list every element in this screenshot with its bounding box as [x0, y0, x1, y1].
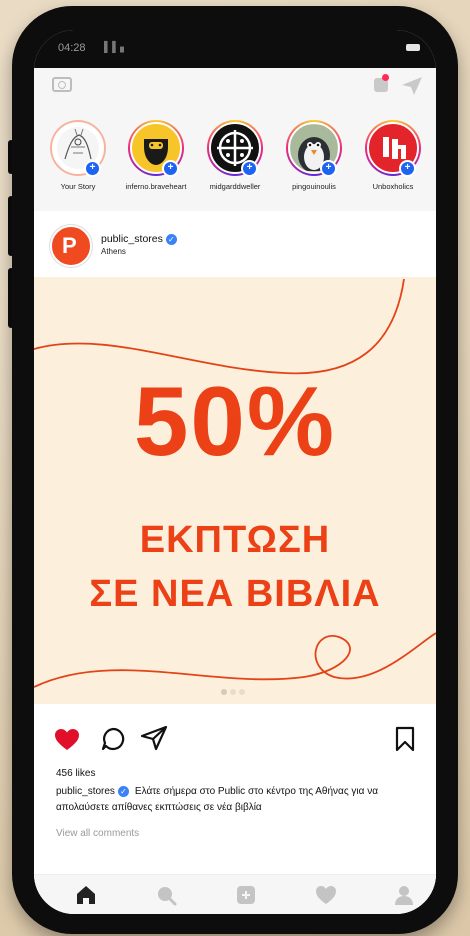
caption-username[interactable]: public_stores — [56, 786, 115, 797]
profile-icon[interactable] — [392, 883, 416, 907]
share-icon[interactable] — [140, 725, 168, 751]
search-icon[interactable] — [154, 883, 178, 907]
story-label: midgarddweller — [209, 182, 261, 191]
notification-dot — [382, 74, 389, 81]
promo-headline-percent: 50% — [133, 366, 337, 476]
story-plus-icon: + — [241, 160, 258, 177]
bookmark-icon[interactable] — [394, 726, 416, 752]
post-location[interactable]: Athens — [101, 247, 126, 256]
post-image[interactable]: 50% ΕΚΠΤΩΣΗ ΣΕ ΝΕΑ ΒΙΒΛΙΑ — [34, 277, 436, 704]
story-label: Unboxholics — [372, 182, 414, 191]
caption-verified-badge-icon: ✓ — [117, 785, 129, 797]
carousel-dot — [230, 689, 236, 695]
story-pingouinoulis[interactable]: + pingouinoulis — [276, 120, 352, 191]
status-time: 04:28 — [58, 42, 86, 54]
carousel-dot-active — [221, 689, 227, 695]
decorative-swirl-line — [34, 278, 436, 688]
post-caption: public_stores ✓ Ελάτε σήμερα στο Public στ… — [56, 784, 418, 816]
activity-heart-icon[interactable] — [314, 883, 338, 907]
add-story-plus-icon[interactable]: + — [84, 160, 101, 177]
bottom-tab-bar — [34, 874, 436, 914]
app-top-bar — [34, 68, 436, 106]
likes-count[interactable]: 456 likes — [56, 768, 95, 779]
signal-icon: ▌▌▖ — [104, 42, 129, 53]
comment-icon[interactable] — [100, 726, 126, 752]
carousel-indicator — [221, 682, 248, 700]
story-plus-icon: + — [320, 160, 337, 177]
battery-icon — [406, 44, 420, 51]
story-plus-icon: + — [399, 160, 416, 177]
post-username[interactable]: public_stores ✓ — [101, 233, 177, 245]
story-label: pingouinoulis — [292, 182, 336, 191]
stories-tray: + Your Story + inferno.braveheart + midg… — [34, 106, 436, 212]
post-header: P public_stores ✓ Athens — [34, 211, 436, 277]
promo-line-discount: ΕΚΠΤΩΣΗ — [139, 519, 331, 561]
camera-icon[interactable] — [52, 77, 72, 92]
carousel-dot — [239, 689, 245, 695]
post-actions-area: 456 likes public_stores ✓ Ελάτε σήμερα στο… — [34, 704, 436, 894]
story-your-story[interactable]: + Your Story — [40, 120, 116, 191]
story-label: inferno.braveheart — [125, 182, 187, 191]
heart-filled-icon[interactable] — [54, 728, 80, 752]
add-post-icon[interactable] — [234, 883, 258, 907]
story-unboxholics[interactable]: + Unboxholics — [355, 120, 431, 191]
phone-screen: 04:28 ▌▌▖ + Your Story + inferno.bravehe… — [34, 30, 436, 914]
story-inferno-braveheart[interactable]: + inferno.braveheart — [118, 120, 194, 191]
home-icon[interactable] — [74, 883, 98, 907]
story-midgarddweller[interactable]: + midgarddweller — [197, 120, 273, 191]
direct-send-icon[interactable] — [400, 75, 424, 97]
story-plus-icon: + — [162, 160, 179, 177]
promo-line-new-books: ΣΕ ΝΕΑ ΒΙΒΛΙΑ — [89, 573, 381, 615]
avatar-letter: P — [62, 233, 77, 258]
phone-notch — [126, 30, 336, 60]
story-label: Your Story — [60, 182, 96, 191]
post-author-avatar[interactable]: P — [50, 225, 92, 267]
verified-badge-icon: ✓ — [165, 233, 177, 245]
post-username-text[interactable]: public_stores — [101, 233, 163, 245]
view-all-comments-link[interactable]: View all comments — [56, 828, 139, 839]
